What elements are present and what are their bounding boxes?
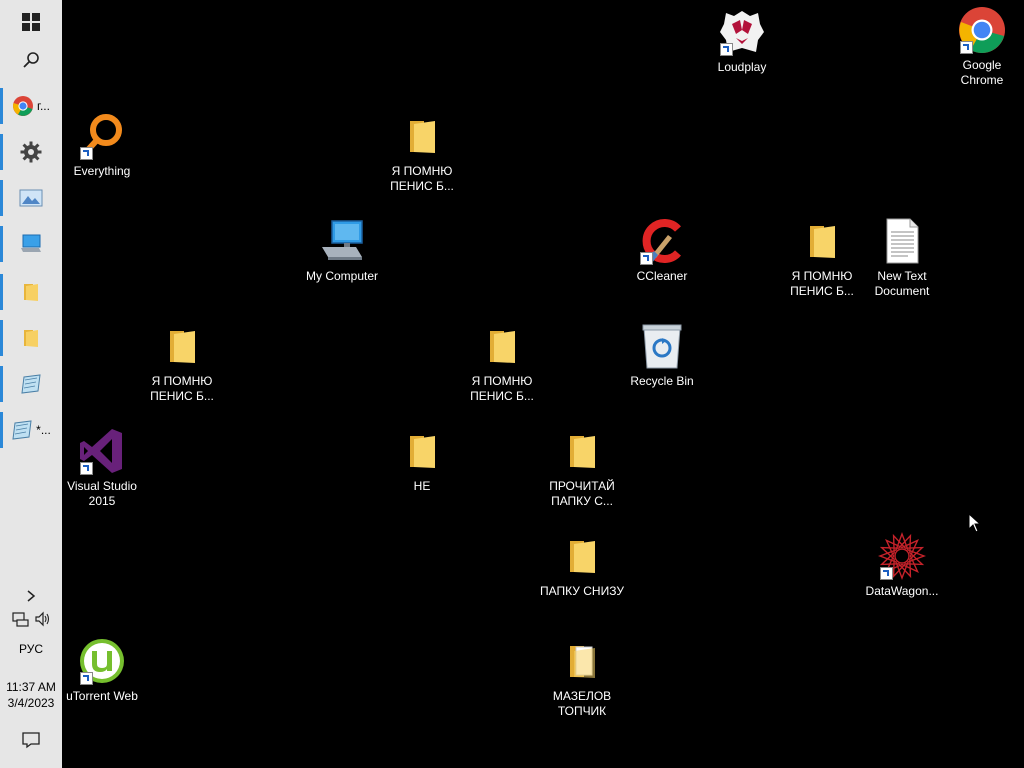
computer-icon [21, 234, 41, 252]
folder-icon [570, 541, 595, 573]
desktop-icon-ccleaner[interactable]: CCleaner [620, 217, 704, 284]
desktop-icon-label: Я ПОМНЮ ПЕНИС Б... [790, 269, 854, 298]
desktop-icon-label: Visual Studio 2015 [67, 479, 137, 508]
action-center-button[interactable] [0, 718, 62, 762]
shortcut-arrow-icon [80, 462, 93, 475]
desktop-icon-label: Google Chrome [960, 58, 1004, 87]
desktop-icon-label: ПАПКУ СНИЗУ [540, 584, 624, 598]
desktop-icon-folder[interactable]: ПАПКУ СНИЗУ [540, 532, 624, 599]
desktop-icon-new-text-document[interactable]: New Text Document [860, 217, 944, 299]
computer-icon [322, 220, 363, 260]
desktop-icon-folder[interactable]: Я ПОМНЮ ПЕНИС Б... [380, 112, 464, 194]
system-tray [12, 611, 52, 629]
desktop-icon-folder[interactable]: Я ПОМНЮ ПЕНИС Б... [460, 322, 544, 404]
folder-icon [170, 331, 195, 363]
shortcut-arrow-icon [960, 41, 973, 54]
desktop-icon-everything[interactable]: Everything [60, 112, 144, 179]
clock-time[interactable]: 11:37 AM [0, 680, 62, 694]
search-icon [23, 52, 39, 68]
notepad-icon [21, 374, 41, 394]
taskbar-folder-1[interactable] [0, 270, 62, 314]
desktop-icon-label: New Text Document [874, 269, 930, 298]
windows-icon [22, 13, 40, 31]
desktop-icon-visual-studio[interactable]: Visual Studio 2015 [60, 427, 144, 509]
desktop-icon-google-chrome[interactable]: Google Chrome [940, 6, 1024, 88]
desktop-icon-label: CCleaner [636, 269, 688, 283]
taskbar-notepad-label: *... [36, 423, 51, 437]
folder-with-document-icon [570, 646, 595, 678]
recycle-bin-icon [642, 324, 682, 369]
desktop-icon-label: Everything [73, 164, 131, 178]
desktop-icon-label: DataWagon... [865, 584, 939, 598]
network-icon[interactable] [12, 611, 29, 627]
folder-icon [490, 331, 515, 363]
desktop-icon-my-computer[interactable]: My Computer [300, 217, 384, 284]
desktop-icon-folder[interactable]: Я ПОМНЮ ПЕНИС Б... [140, 322, 224, 404]
folder-icon [570, 436, 595, 468]
shortcut-arrow-icon [880, 567, 893, 580]
desktop-icon-folder[interactable]: МАЗЕЛОВ ТОПЧИК [540, 637, 624, 719]
taskbar-chrome[interactable]: г... [0, 84, 62, 128]
notepad-icon [12, 420, 32, 440]
desktop-icon-utorrent-web[interactable]: uTorrent Web [60, 637, 144, 704]
taskbar-computer[interactable] [0, 222, 62, 266]
shortcut-arrow-icon [640, 252, 653, 265]
desktop-icon-label: My Computer [305, 269, 379, 283]
desktop-icon-recycle-bin[interactable]: Recycle Bin [620, 322, 704, 389]
taskbar-chrome-label: г... [37, 99, 50, 113]
desktop-icon-folder[interactable]: ПРОЧИТАЙ ПАПКУ С... [540, 427, 624, 509]
folder-icon [24, 284, 38, 301]
notification-icon [22, 732, 40, 749]
taskbar-notepad-2[interactable]: *... [0, 408, 62, 452]
taskbar: г... *... РУС 11:37 AM 3/4/2023 [0, 0, 62, 768]
desktop-icon-label: НЕ [413, 479, 431, 493]
clock-date[interactable]: 3/4/2023 [0, 696, 62, 710]
desktop-icon-label: Я ПОМНЮ ПЕНИС Б... [390, 164, 454, 193]
desktop-icon-label: Recycle Bin [630, 374, 694, 388]
desktop-icon-datawagon[interactable]: DataWagon... [860, 532, 944, 599]
shortcut-arrow-icon [720, 43, 733, 56]
folder-icon [410, 436, 435, 468]
desktop-icon-label: uTorrent Web [66, 689, 138, 703]
desktop-icon-folder[interactable]: НЕ [380, 427, 464, 494]
shortcut-arrow-icon [80, 672, 93, 685]
desktop-icon-label: ПРОЧИТАЙ ПАПКУ С... [549, 479, 615, 508]
taskbar-image-viewer[interactable] [0, 176, 62, 220]
shortcut-arrow-icon [80, 147, 93, 160]
desktop-icon-loudplay[interactable]: Loudplay [700, 8, 784, 75]
folder-icon [410, 121, 435, 153]
search-button[interactable] [0, 38, 62, 82]
chevron-right-icon [27, 590, 36, 602]
desktop-icon-folder[interactable]: Я ПОМНЮ ПЕНИС Б... [780, 217, 864, 299]
folder-icon [810, 226, 835, 258]
volume-icon[interactable] [34, 611, 52, 627]
taskbar-folder-2[interactable] [0, 316, 62, 360]
desktop-icon-label: Loudplay [717, 60, 767, 74]
desktop-icon-label: Я ПОМНЮ ПЕНИС Б... [470, 374, 534, 403]
input-language[interactable]: РУС [0, 642, 62, 656]
desktop-icon-label: МАЗЕЛОВ ТОПЧИК [552, 689, 612, 718]
desktop-icon-label: Я ПОМНЮ ПЕНИС Б... [150, 374, 214, 403]
folder-icon [24, 330, 38, 347]
chrome-icon [13, 96, 34, 116]
taskbar-notepad-1[interactable] [0, 362, 62, 406]
taskbar-settings[interactable] [0, 130, 62, 174]
gear-icon [20, 141, 42, 163]
text-document-icon [886, 218, 919, 264]
mouse-cursor-icon [968, 513, 982, 533]
image-viewer-icon [19, 189, 43, 207]
